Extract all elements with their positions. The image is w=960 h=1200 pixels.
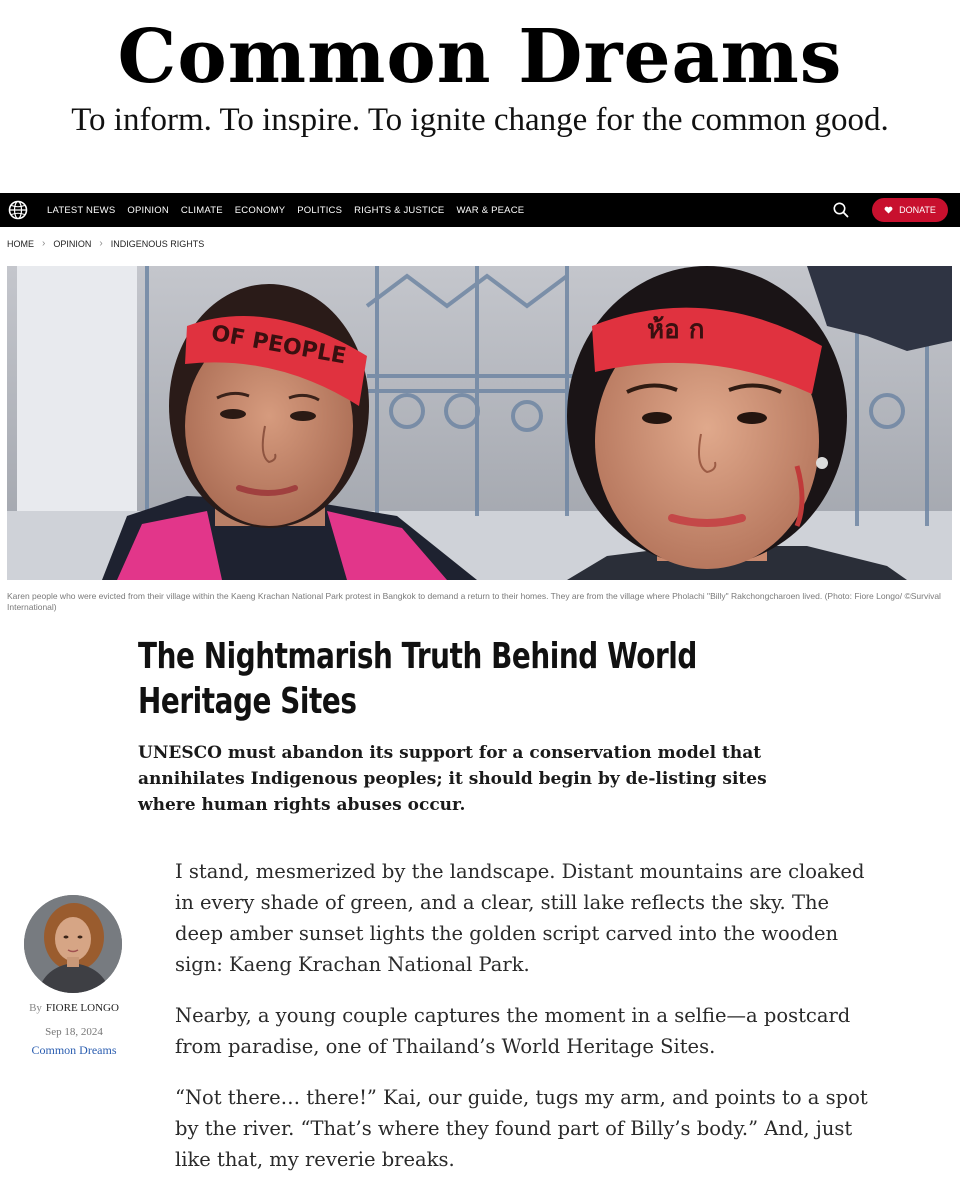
photo-caption: Karen people who were evicted from their…: [7, 591, 941, 612]
nav-rights-justice[interactable]: RIGHTS & JUSTICE: [354, 205, 444, 216]
nav-links: LATEST NEWS OPINION CLIMATE ECONOMY POLI…: [47, 205, 536, 216]
hero-image: OF PEOPLE ห้อ ก: [7, 266, 952, 580]
nav-politics[interactable]: POLITICS: [297, 205, 342, 216]
search-icon[interactable]: [832, 201, 850, 219]
site-tagline: To inform. To inspire. To ignite change …: [71, 102, 889, 138]
article-paragraph: Nearby, a young couple captures the mome…: [175, 1004, 851, 1058]
breadcrumb: HOME › OPINION › INDIGENOUS RIGHTS: [7, 238, 204, 249]
breadcrumb-indigenous-rights[interactable]: INDIGENOUS RIGHTS: [111, 239, 205, 249]
article-headline: The Nightmarish Truth Behind World Herit…: [138, 636, 697, 722]
publication-link[interactable]: Common Dreams: [0, 1043, 148, 1058]
nav-economy[interactable]: ECONOMY: [235, 205, 286, 216]
article-dek: UNESCO must abandon its support for a co…: [138, 743, 767, 815]
breadcrumb-opinion[interactable]: OPINION: [53, 239, 91, 249]
headband-right-text: ห้อ ก: [647, 315, 705, 345]
donate-button[interactable]: DONATE: [872, 198, 948, 222]
avatar[interactable]: [24, 895, 122, 993]
by-label: By: [29, 1002, 42, 1014]
nav-climate[interactable]: CLIMATE: [181, 205, 223, 216]
nav-latest-news[interactable]: LATEST NEWS: [47, 205, 115, 216]
main-nav: LATEST NEWS OPINION CLIMATE ECONOMY POLI…: [0, 193, 960, 227]
article-body: I stand, mesmerized by the landscape. Di…: [175, 856, 875, 1195]
publish-date: Sep 18, 2024: [45, 1026, 103, 1038]
globe-icon[interactable]: [7, 199, 29, 221]
breadcrumb-home[interactable]: HOME: [7, 239, 34, 249]
author-byline: By FIORE LONGO: [0, 1002, 148, 1014]
masthead: Common Dreams To inform. To inspire. To …: [0, 0, 960, 192]
article-paragraph: I stand, mesmerized by the landscape. Di…: [175, 860, 865, 976]
article-paragraph: “Not there… there!” Kai, our guide, tugs…: [175, 1086, 868, 1171]
chevron-right-icon: ›: [42, 238, 46, 249]
donate-label: DONATE: [899, 205, 936, 215]
site-title[interactable]: Common Dreams: [0, 14, 960, 100]
nav-war-peace[interactable]: WAR & PEACE: [456, 205, 524, 216]
author-name[interactable]: FIORE LONGO: [46, 1002, 119, 1014]
nav-opinion[interactable]: OPINION: [127, 205, 169, 216]
chevron-right-icon: ›: [99, 238, 103, 249]
heart-icon: [884, 206, 893, 214]
